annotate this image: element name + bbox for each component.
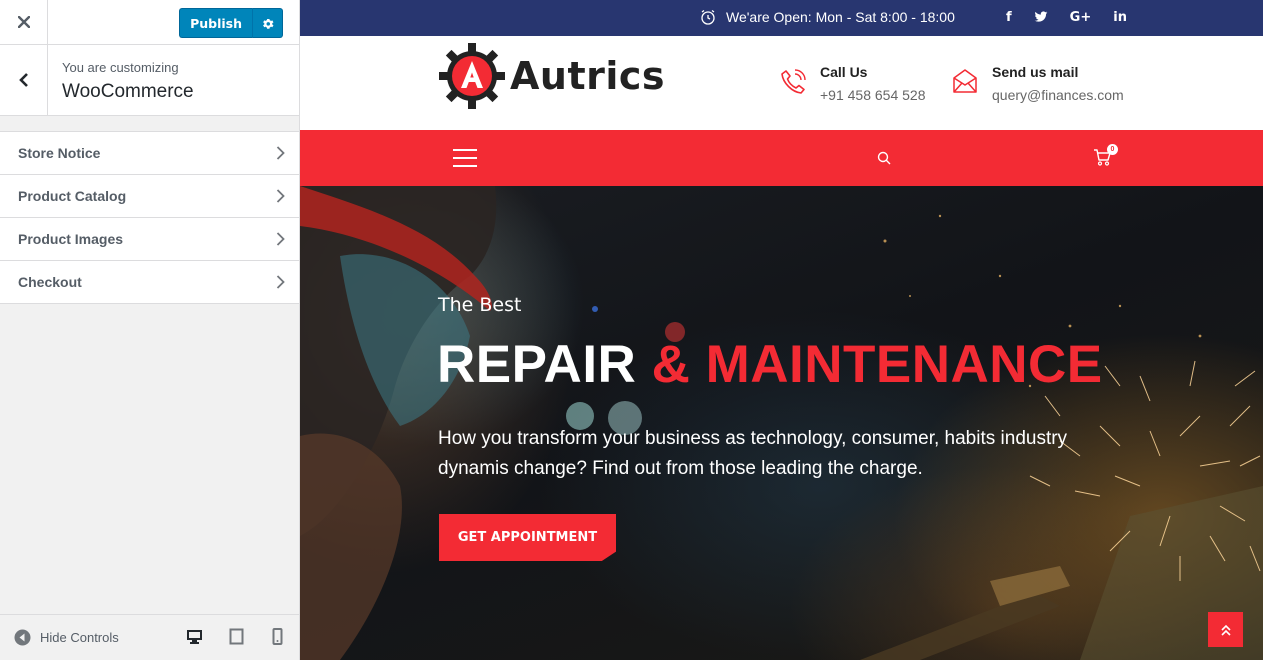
mobile-preview-button[interactable] bbox=[272, 628, 283, 650]
chevron-right-icon bbox=[276, 275, 285, 289]
get-appointment-button[interactable]: GET APPOINTMENT bbox=[439, 514, 616, 561]
publish-group: Publish bbox=[179, 8, 283, 38]
hamburger-icon bbox=[453, 149, 477, 167]
site-navbar: 0 bbox=[300, 130, 1263, 186]
google-plus-icon[interactable]: G+ bbox=[1070, 10, 1092, 25]
section-menu: Store Notice Product Catalog Product Ima… bbox=[0, 131, 299, 304]
tablet-preview-button[interactable] bbox=[229, 628, 244, 650]
mail-icon bbox=[953, 69, 977, 93]
menu-item-product-catalog[interactable]: Product Catalog bbox=[0, 175, 299, 218]
close-icon bbox=[17, 16, 30, 28]
contact-mail: Send us mail query@finances.com bbox=[952, 64, 1124, 103]
publish-button[interactable]: Publish bbox=[179, 8, 253, 38]
menu-item-checkout[interactable]: Checkout bbox=[0, 261, 299, 304]
site-topbar: We'are Open: Mon - Sat 8:00 - 18:00 f G+… bbox=[300, 0, 1263, 36]
gear-logo-icon bbox=[439, 43, 505, 109]
hero-banner: The Best REPAIR & MAINTENANCE How you tr… bbox=[300, 186, 1263, 660]
menu-item-label: Product Catalog bbox=[18, 188, 127, 204]
customizer-sidebar: Publish You are customizing WooCommerce … bbox=[0, 0, 300, 660]
scroll-to-top-button[interactable] bbox=[1208, 612, 1243, 647]
hide-controls-label: Hide Controls bbox=[40, 630, 119, 645]
mobile-icon bbox=[272, 628, 283, 645]
hero-kicker: The Best bbox=[438, 294, 522, 316]
linkedin-icon[interactable]: in bbox=[1113, 10, 1127, 25]
hero-description: How you transform your business as techn… bbox=[438, 428, 1068, 479]
contact-phone-text: Call Us +91 458 654 528 bbox=[820, 64, 926, 103]
section-name: WooCommerce bbox=[62, 81, 194, 102]
chevron-left-icon bbox=[18, 73, 28, 87]
social-links: f G+ in bbox=[1006, 10, 1127, 25]
menu-item-label: Checkout bbox=[18, 274, 82, 290]
contact-mail-title: Send us mail bbox=[992, 64, 1079, 80]
site-logo[interactable]: Autrics bbox=[438, 42, 665, 110]
desktop-preview-button[interactable] bbox=[186, 628, 203, 650]
opening-hours-text: We'are Open: Mon - Sat 8:00 - 18:00 bbox=[726, 9, 955, 25]
section-title-bar: You are customizing WooCommerce bbox=[0, 45, 299, 116]
chevron-right-icon bbox=[276, 189, 285, 203]
contact-mail-value: query@finances.com bbox=[992, 87, 1124, 103]
publish-settings-button[interactable] bbox=[253, 8, 283, 38]
hero-title-accent: & MAINTENANCE bbox=[651, 335, 1103, 394]
facebook-icon[interactable]: f bbox=[1006, 10, 1012, 25]
hero-title: REPAIR & MAINTENANCE bbox=[437, 334, 1103, 395]
hide-controls-button[interactable]: Hide Controls bbox=[14, 629, 119, 646]
tablet-icon bbox=[229, 628, 244, 645]
opening-hours: We'are Open: Mon - Sat 8:00 - 18:00 bbox=[700, 9, 955, 25]
menu-item-label: Product Images bbox=[18, 231, 124, 247]
customizing-label: You are customizing bbox=[62, 60, 179, 75]
menu-item-product-images[interactable]: Product Images bbox=[0, 218, 299, 261]
menu-item-label: Store Notice bbox=[18, 145, 101, 161]
contact-phone: Call Us +91 458 654 528 bbox=[780, 64, 926, 103]
chevron-right-icon bbox=[276, 146, 285, 160]
back-button[interactable] bbox=[0, 45, 48, 115]
menu-toggle-button[interactable] bbox=[453, 149, 477, 172]
twitter-icon[interactable] bbox=[1034, 10, 1048, 24]
clock-icon bbox=[701, 9, 715, 25]
cart-count-badge: 0 bbox=[1107, 144, 1118, 155]
logo-text: Autrics bbox=[510, 54, 666, 98]
gear-icon bbox=[263, 18, 274, 29]
cart-button[interactable]: 0 bbox=[1093, 144, 1118, 171]
search-icon bbox=[877, 151, 891, 165]
desktop-icon bbox=[187, 630, 202, 644]
customizer-header: Publish bbox=[0, 0, 299, 45]
close-customizer-button[interactable] bbox=[0, 0, 48, 44]
contact-mail-text: Send us mail query@finances.com bbox=[992, 64, 1124, 103]
contact-phone-title: Call Us bbox=[820, 64, 868, 80]
hero-title-main: REPAIR bbox=[437, 335, 637, 394]
customizer-footer: Hide Controls bbox=[0, 614, 299, 660]
search-button[interactable] bbox=[877, 151, 891, 170]
phone-icon bbox=[781, 69, 806, 94]
chevron-right-icon bbox=[276, 232, 285, 246]
double-chevron-up-icon bbox=[1220, 624, 1231, 636]
collapse-arrow-icon bbox=[14, 629, 31, 646]
site-preview: We'are Open: Mon - Sat 8:00 - 18:00 f G+… bbox=[300, 0, 1263, 660]
contact-phone-value: +91 458 654 528 bbox=[820, 87, 926, 103]
site-header: Autrics Call Us +91 458 654 528 Send us … bbox=[300, 36, 1263, 130]
hero-background-image bbox=[300, 186, 1263, 660]
menu-item-store-notice[interactable]: Store Notice bbox=[0, 132, 299, 175]
